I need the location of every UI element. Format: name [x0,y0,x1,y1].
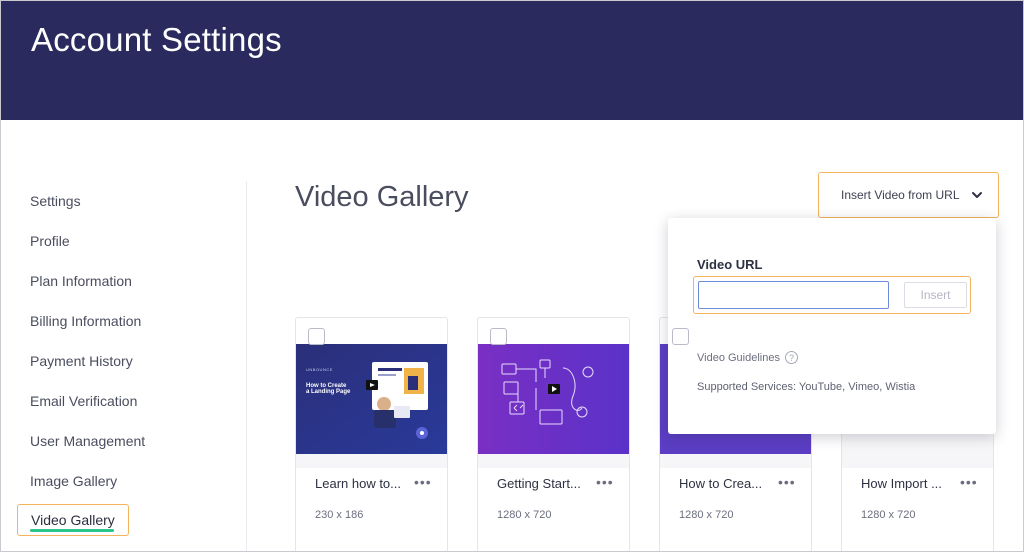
insert-video-from-url-button[interactable]: Insert Video from URL [818,172,999,218]
sidebar-item-profile[interactable]: Profile [30,233,70,249]
page-header-title: Account Settings [31,21,282,58]
sidebar: Settings Profile Plan Information Billin… [1,181,247,551]
app-frame: Account Settings Settings Profile Plan I… [0,0,1024,552]
video-card[interactable]: Getting Start... ••• 1280 x 720 [477,317,630,551]
video-url-input[interactable] [698,281,889,309]
video-url-label: Video URL [697,257,763,272]
insert-button[interactable]: Insert [904,282,967,308]
thumbnail-headline: How to Create a Landing Page [306,383,350,395]
more-options-icon[interactable]: ••• [596,474,614,490]
thumbnail-footer [660,454,811,468]
more-options-icon[interactable]: ••• [960,474,978,490]
thumbnail-footer [296,454,447,468]
sidebar-item-label: Video Gallery [31,512,115,528]
supported-services-text: Supported Services: YouTube, Vimeo, Wist… [697,381,916,393]
sidebar-item-email-verification[interactable]: Email Verification [30,393,137,409]
question-icon[interactable]: ? [784,351,798,364]
thumbnail-footer [478,454,629,468]
sidebar-item-video-gallery[interactable]: Video Gallery [17,504,129,536]
more-options-icon[interactable]: ••• [778,474,796,490]
getting-started-thumbnail-image [478,344,629,454]
thumbnail-headline-line: a Landing Page [306,389,351,395]
video-guidelines-text: Video Guidelines [697,351,780,364]
video-dimensions: 1280 x 720 [497,509,552,521]
thumbnail-brand-text: UNBOUNCE [306,367,333,372]
video-dimensions: 1280 x 720 [861,509,916,521]
insert-video-popover: Video URL Insert Video Guidelines ? Supp… [668,218,996,434]
sidebar-item-payment-history[interactable]: Payment History [30,353,133,369]
video-thumbnail [478,344,629,454]
video-title: How Import ... [861,476,942,491]
video-title: How to Crea... [679,476,763,491]
chevron-down-icon [972,192,982,198]
insert-button-label: Insert Video from URL [841,188,960,202]
video-guidelines-link[interactable]: Video Guidelines ? [697,351,798,364]
sidebar-item-user-management[interactable]: User Management [30,433,145,449]
thumbnail-footer [842,454,993,468]
more-options-icon[interactable]: ••• [414,474,432,490]
video-title: Learn how to... [315,476,401,491]
video-select-checkbox[interactable] [308,328,325,345]
landing-page-thumbnail-image [296,344,447,454]
sidebar-item-settings[interactable]: Settings [30,193,81,209]
sidebar-item-image-gallery[interactable]: Image Gallery [30,473,117,489]
active-underline [30,529,114,532]
video-title: Getting Start... [497,476,581,491]
video-card[interactable]: UNBOUNCE How to Create a Landing Page Le… [295,317,448,551]
video-dimensions: 1280 x 720 [679,509,734,521]
sidebar-item-billing-information[interactable]: Billing Information [30,313,141,329]
video-dimensions: 230 x 186 [315,509,364,521]
video-url-input-group: Insert [693,276,971,314]
page-title: Video Gallery [295,181,469,213]
header: Account Settings [1,1,1023,120]
sidebar-item-plan-information[interactable]: Plan Information [30,273,132,289]
video-select-checkbox[interactable] [672,328,689,345]
video-thumbnail: UNBOUNCE How to Create a Landing Page [296,344,447,454]
video-select-checkbox[interactable] [490,328,507,345]
